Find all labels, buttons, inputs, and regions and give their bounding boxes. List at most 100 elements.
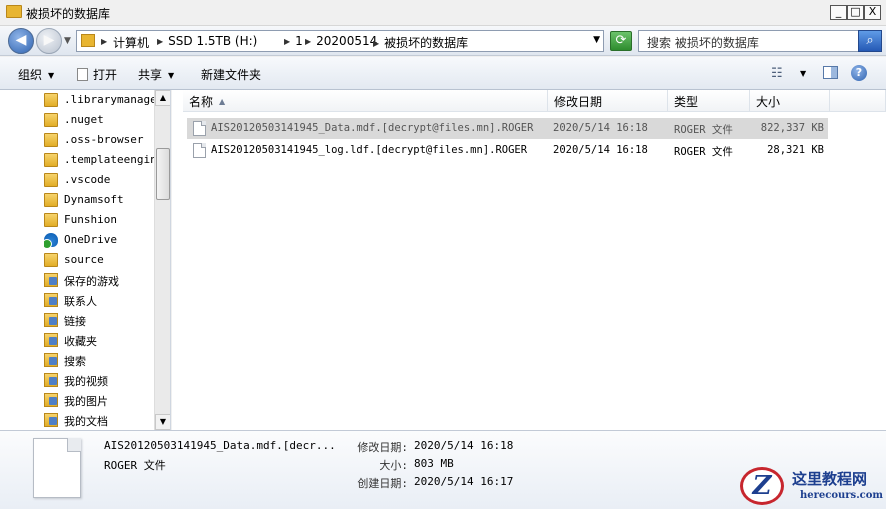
file-size: 822,337 KB bbox=[760, 122, 824, 134]
nav-item[interactable]: 我的视频 bbox=[44, 370, 156, 390]
scroll-thumb[interactable] bbox=[156, 148, 170, 200]
nav-item-label: OneDrive bbox=[64, 233, 117, 246]
nav-item[interactable]: 我的文档 bbox=[44, 410, 156, 430]
nav-item-label: Funshion bbox=[64, 213, 117, 226]
details-file-type: ROGER 文件 bbox=[104, 459, 166, 472]
pictures-icon bbox=[44, 393, 58, 407]
details-modified-label: 修改日期: bbox=[357, 441, 408, 454]
nav-item-label: Dynamsoft bbox=[64, 193, 124, 206]
back-button[interactable]: ◀ bbox=[8, 28, 34, 54]
window-title: 被损坏的数据库 bbox=[26, 7, 111, 21]
title-bar: 被损坏的数据库 _ □ X bbox=[0, 0, 886, 26]
searches-icon bbox=[44, 353, 58, 367]
nav-item-label: 收藏夹 bbox=[64, 335, 97, 348]
nav-item[interactable]: .oss-browser bbox=[44, 130, 156, 150]
file-row[interactable]: AIS20120503141945_Data.mdf.[decrypt@file… bbox=[187, 118, 828, 139]
refresh-button[interactable]: ⟳ bbox=[610, 31, 632, 51]
nav-item[interactable]: 我的图片 bbox=[44, 390, 156, 410]
breadcrumb-current[interactable]: ▶ 被损坏的数据库 bbox=[373, 34, 468, 51]
breadcrumb-drive[interactable]: ▶ SSD 1.5TB (H:) bbox=[157, 34, 257, 48]
forward-button[interactable]: ▶ bbox=[36, 28, 62, 54]
contacts-icon bbox=[44, 293, 58, 307]
close-button[interactable]: X bbox=[864, 5, 881, 20]
folder-icon bbox=[44, 133, 58, 147]
favorites-icon bbox=[44, 333, 58, 347]
details-size-label: 大小: bbox=[379, 459, 408, 472]
file-size: 28,321 KB bbox=[767, 144, 824, 156]
nav-item[interactable]: 收藏夹 bbox=[44, 330, 156, 350]
nav-item-label: 我的视频 bbox=[64, 375, 108, 388]
breadcrumb-folder-date[interactable]: ▶ 20200514 bbox=[305, 34, 377, 48]
nav-item[interactable]: Funshion bbox=[44, 210, 156, 230]
address-dropdown[interactable]: ▼ bbox=[593, 35, 600, 45]
folder-icon bbox=[44, 193, 58, 207]
nav-scrollbar[interactable]: ▲ ▼ bbox=[154, 90, 170, 430]
column-header-type[interactable]: 类型 bbox=[668, 90, 750, 112]
nav-item[interactable]: .vscode bbox=[44, 170, 156, 190]
help-icon[interactable]: ? bbox=[851, 65, 867, 81]
nav-item[interactable]: .nuget bbox=[44, 110, 156, 130]
details-created-label: 创建日期: bbox=[357, 477, 408, 490]
column-header-size[interactable]: 大小 bbox=[750, 90, 830, 112]
nav-item[interactable]: 搜索 bbox=[44, 350, 156, 370]
view-dropdown[interactable]: ▼ bbox=[800, 69, 806, 78]
navigation-pane: .librarymanager .nuget .oss-browser .templa… bbox=[0, 90, 171, 430]
nav-item[interactable]: .librarymanager bbox=[44, 90, 156, 110]
document-icon bbox=[77, 68, 88, 81]
column-header-modified[interactable]: 修改日期 bbox=[548, 90, 668, 112]
open-button[interactable]: 打开 bbox=[77, 66, 117, 83]
nav-item[interactable]: Dynamsoft bbox=[44, 190, 156, 210]
watermark-url: herecours.com bbox=[800, 490, 884, 501]
site-watermark: Z 这里教程网 herecours.com bbox=[738, 466, 886, 509]
minimize-button[interactable]: _ bbox=[830, 5, 847, 20]
preview-pane-icon[interactable] bbox=[823, 66, 838, 79]
breadcrumb-root-arrow[interactable]: ▶ bbox=[101, 34, 112, 48]
new-folder-button[interactable]: 新建文件夹 bbox=[201, 66, 261, 83]
search-input[interactable]: 搜索 被损坏的数据库 ⌕ bbox=[638, 30, 882, 52]
file-name: AIS20120503141945_Data.mdf.[decrypt@file… bbox=[211, 122, 534, 134]
address-bar-row: ◀ ▶ ▼ ▶ 计算机 ▶ SSD 1.5TB (H:) ▶ 1 ▶ 20200514… bbox=[0, 26, 886, 56]
folder-icon bbox=[44, 173, 58, 187]
search-placeholder: 搜索 被损坏的数据库 bbox=[647, 36, 759, 50]
file-row[interactable]: AIS20120503141945_log.ldf.[decrypt@files… bbox=[187, 140, 828, 161]
scroll-down-arrow[interactable]: ▼ bbox=[155, 414, 170, 430]
file-type: ROGER 文件 bbox=[674, 146, 733, 158]
saved-games-icon bbox=[44, 273, 58, 287]
nav-item-label: .librarymanager bbox=[64, 93, 156, 106]
nav-item[interactable]: 链接 bbox=[44, 310, 156, 330]
nav-item-label: 我的文档 bbox=[64, 415, 108, 428]
scroll-up-arrow[interactable]: ▲ bbox=[155, 90, 170, 106]
onedrive-icon bbox=[44, 233, 58, 249]
address-box[interactable]: ▶ 计算机 ▶ SSD 1.5TB (H:) ▶ 1 ▶ 20200514 ▶ 被损坏的… bbox=[76, 30, 604, 52]
command-bar: 组织 ▼ 打开 共享 ▼ 新建文件夹 ☷ ▼ ? bbox=[0, 57, 886, 90]
nav-item[interactable]: 联系人 bbox=[44, 290, 156, 310]
folder-icon bbox=[44, 253, 58, 267]
column-header-filler bbox=[830, 90, 886, 112]
share-button[interactable]: 共享 ▼ bbox=[138, 66, 174, 83]
details-size-value: 803 MB bbox=[414, 457, 454, 470]
nav-item[interactable]: .templateengine bbox=[44, 150, 156, 170]
details-modified-value: 2020/5/14 16:18 bbox=[414, 439, 514, 452]
file-icon bbox=[193, 143, 206, 158]
nav-item[interactable]: source bbox=[44, 250, 156, 270]
folder-icon bbox=[6, 5, 22, 18]
organize-button[interactable]: 组织 ▼ bbox=[18, 66, 54, 83]
recent-pages-dropdown[interactable]: ▼ bbox=[64, 36, 71, 46]
view-options-icon[interactable]: ☷ bbox=[771, 66, 783, 81]
nav-item[interactable]: 保存的游戏 bbox=[44, 270, 156, 290]
search-icon[interactable]: ⌕ bbox=[858, 30, 882, 52]
file-modified: 2020/5/14 16:18 bbox=[553, 122, 648, 134]
breadcrumb-folder-1[interactable]: ▶ 1 bbox=[284, 34, 303, 48]
documents-icon bbox=[44, 413, 58, 427]
folder-icon bbox=[81, 34, 95, 47]
folder-icon bbox=[44, 213, 58, 227]
maximize-button[interactable]: □ bbox=[847, 5, 864, 20]
details-created-value: 2020/5/14 16:17 bbox=[414, 475, 514, 488]
file-preview-icon bbox=[33, 438, 81, 498]
column-header-name[interactable]: 名称 ▲ bbox=[183, 90, 548, 112]
breadcrumb-computer[interactable]: 计算机 bbox=[113, 34, 149, 51]
file-icon bbox=[193, 121, 206, 136]
nav-item[interactable]: OneDrive bbox=[44, 230, 156, 250]
nav-item-label: source bbox=[64, 253, 104, 266]
watermark-logo: Z bbox=[740, 467, 784, 505]
